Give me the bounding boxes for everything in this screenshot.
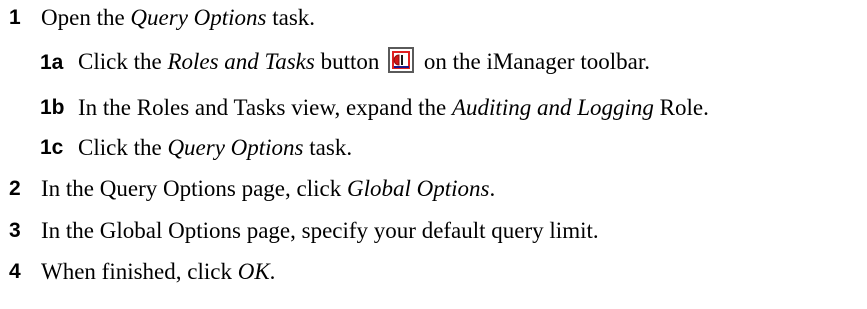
text-run: Role. xyxy=(653,95,709,120)
text-run: Click the xyxy=(78,49,168,75)
text-run: task. xyxy=(303,135,353,160)
button-name: OK xyxy=(237,259,270,284)
text-run: In the Query Options page, click xyxy=(41,176,347,201)
text-run: task. xyxy=(266,5,316,30)
step-1c: 1c Click the Query Options task. xyxy=(0,133,352,163)
step-3: 3 In the Global Options page, specify yo… xyxy=(0,216,599,246)
text-run: button xyxy=(314,49,386,75)
step-number: 2 xyxy=(9,177,21,200)
step-text: When finished, click OK. xyxy=(41,259,275,285)
step-number: 1b xyxy=(40,96,65,119)
text-run: on the iManager toolbar. xyxy=(418,49,650,75)
step-1: 1 Open the Query Options task. xyxy=(0,3,315,33)
role-name: Auditing and Logging xyxy=(451,95,654,120)
step-number: 1 xyxy=(9,6,21,29)
step-text: Click the Roles and Tasks button on the … xyxy=(78,46,650,77)
step-1b: 1b In the Roles and Tasks view, expand t… xyxy=(0,93,709,123)
task-name: Query Options xyxy=(130,5,267,30)
text-run: Click the xyxy=(78,135,168,160)
step-text: In the Global Options page, specify your… xyxy=(41,218,599,244)
text-run: When finished, click xyxy=(41,259,238,284)
step-number: 1a xyxy=(40,51,64,74)
text-run: In the Global Options page, specify your… xyxy=(41,218,599,243)
step-text: Open the Query Options task. xyxy=(41,5,315,31)
step-text: Click the Query Options task. xyxy=(78,135,352,161)
step-text: In the Query Options page, click Global … xyxy=(41,176,495,202)
option-name: Global Options xyxy=(346,176,490,201)
step-number: 3 xyxy=(9,219,21,242)
step-number: 4 xyxy=(9,260,21,283)
step-2: 2 In the Query Options page, click Globa… xyxy=(0,174,495,204)
task-name: Query Options xyxy=(167,135,304,160)
roles-and-tasks-icon xyxy=(388,46,415,73)
button-name: Roles and Tasks xyxy=(167,49,315,75)
step-1a: 1a Click the Roles and Tasks button on t… xyxy=(0,46,650,78)
step-4: 4 When finished, click OK. xyxy=(0,257,275,287)
step-text: In the Roles and Tasks view, expand the … xyxy=(78,95,709,121)
text-run: . xyxy=(489,176,496,201)
text-run: Open the xyxy=(41,5,131,30)
text-run: In the Roles and Tasks view, expand the xyxy=(78,95,452,120)
text-run: . xyxy=(269,259,276,284)
step-number: 1c xyxy=(40,136,64,159)
